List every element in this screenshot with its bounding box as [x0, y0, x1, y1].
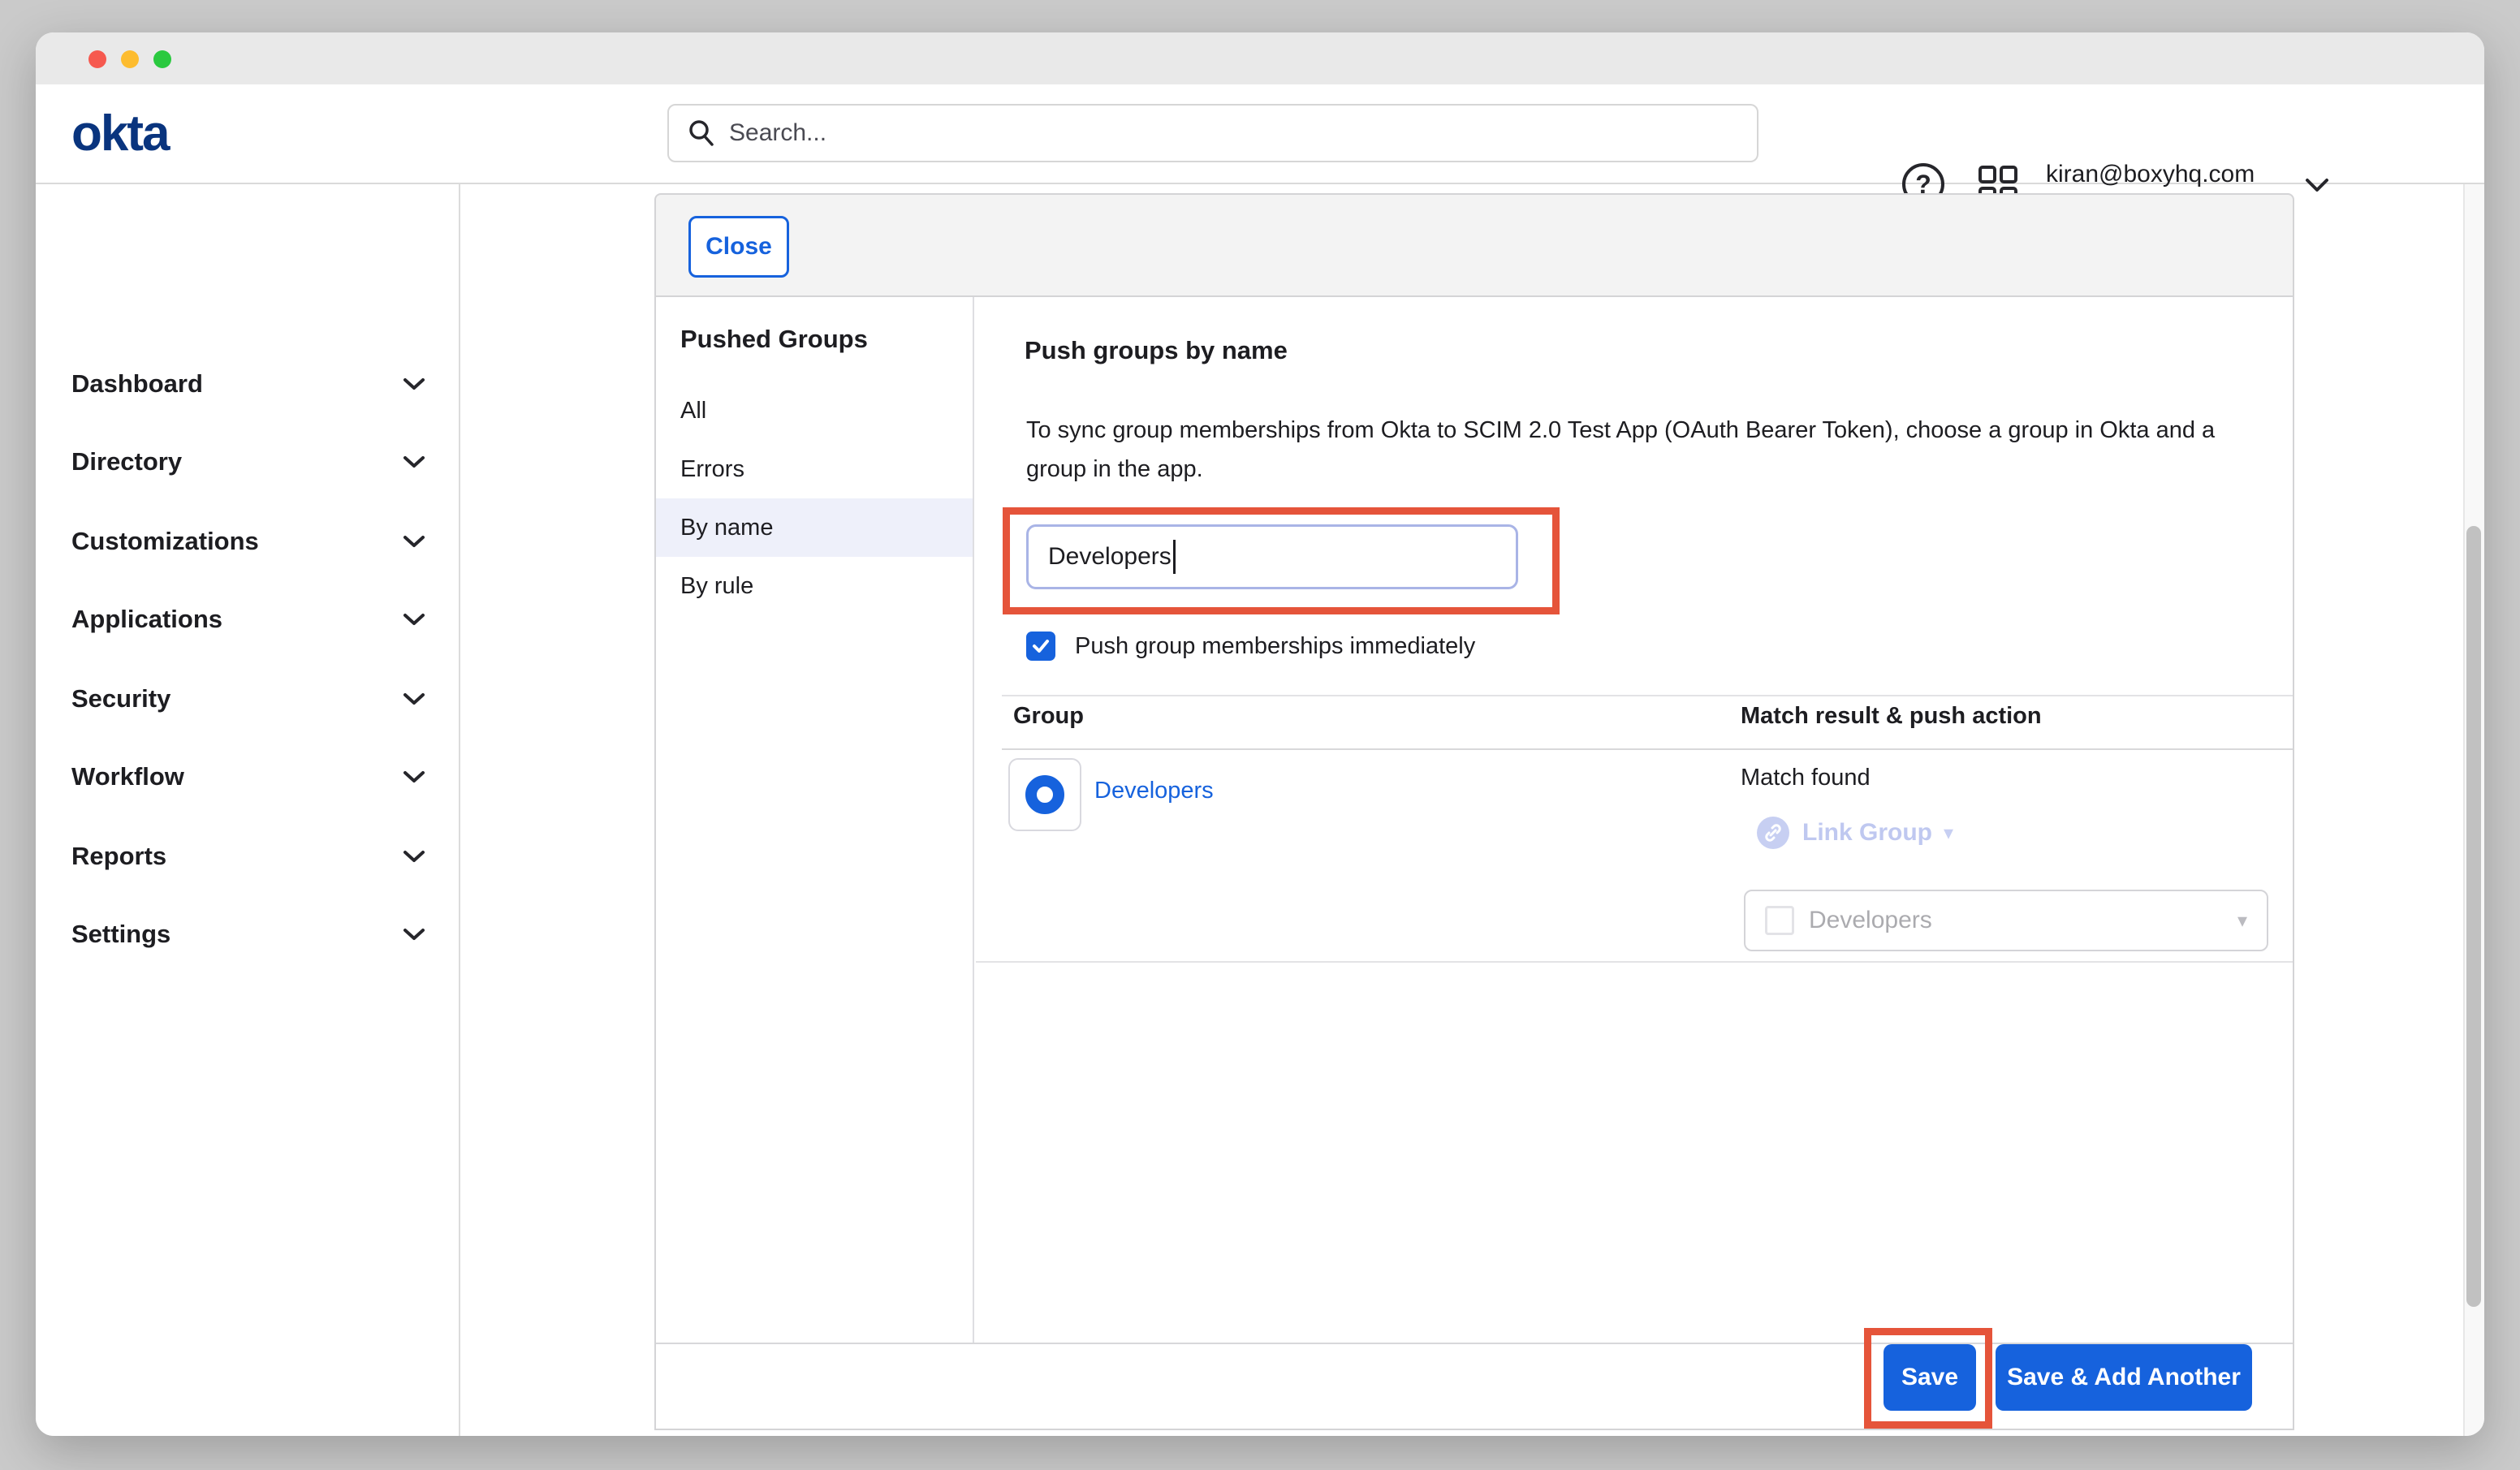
- link-group-label: Link Group: [1802, 819, 1932, 847]
- search-box[interactable]: [667, 104, 1758, 162]
- link-group-button[interactable]: Link Group ▾: [1757, 817, 1953, 849]
- dropdown-arrow-icon: ▾: [1944, 821, 1953, 845]
- scrollbar-thumb[interactable]: [2466, 526, 2481, 1307]
- sidebar-item-reports[interactable]: Reports: [71, 837, 426, 876]
- sidebar-item-directory[interactable]: Directory: [71, 442, 426, 481]
- save-add-another-button[interactable]: Save & Add Another: [1996, 1344, 2252, 1411]
- link-icon: [1757, 817, 1789, 849]
- sidebar-item-label: Customizations: [71, 527, 259, 556]
- dropdown-arrow-icon: ▾: [2237, 909, 2247, 933]
- okta-logo[interactable]: okta: [71, 104, 168, 164]
- table-row-border: [976, 961, 2293, 963]
- group-name-input-value: Developers: [1048, 543, 1172, 571]
- window-titlebar: [36, 32, 2484, 84]
- sidebar-item-label: Security: [71, 684, 170, 713]
- push-immediately-checkbox[interactable]: [1026, 632, 1055, 661]
- sidebar-item-label: Reports: [71, 842, 166, 871]
- column-header-group: Group: [1013, 703, 1084, 730]
- pushed-groups-nav: Pushed Groups All Errors By name By rule: [656, 297, 974, 1343]
- nav-item-errors[interactable]: Errors: [656, 440, 973, 498]
- column-header-match: Match result & push action: [1741, 703, 2042, 730]
- maximize-button[interactable]: [153, 50, 171, 68]
- group-logo-icon: [1025, 775, 1064, 814]
- sidebar-item-workflow[interactable]: Workflow: [71, 757, 426, 796]
- chevron-down-icon: [402, 926, 426, 942]
- chevron-down-icon: [402, 769, 426, 785]
- minimize-button[interactable]: [121, 50, 139, 68]
- nav-item-by-rule[interactable]: By rule: [656, 557, 973, 615]
- dialog-header: Close: [654, 193, 2294, 297]
- close-dialog-button[interactable]: Close: [688, 216, 789, 278]
- app-group-select[interactable]: Developers ▾: [1744, 890, 2268, 951]
- sidebar-item-label: Dashboard: [71, 369, 203, 399]
- table-top-border: [1002, 695, 2293, 696]
- sidebar-item-label: Applications: [71, 605, 222, 634]
- sidebar-item-label: Workflow: [71, 762, 184, 791]
- sidebar-item-dashboard[interactable]: Dashboard: [71, 364, 426, 403]
- save-button[interactable]: Save: [1884, 1344, 1976, 1411]
- chevron-down-icon: [402, 376, 426, 392]
- chevron-down-icon: [402, 848, 426, 864]
- sidebar: Dashboard Directory Customizations Appli…: [36, 184, 460, 1436]
- group-name-input[interactable]: Developers: [1026, 524, 1518, 589]
- search-icon: [687, 119, 716, 148]
- sidebar-item-customizations[interactable]: Customizations: [71, 522, 426, 561]
- okta-group-icon: [1008, 758, 1081, 831]
- account-email: kiran@boxyhq.com: [2046, 159, 2289, 190]
- app-window: okta ? kiran@boxyhq.com okta-dev-20901: [36, 32, 2484, 1436]
- scrollbar-track[interactable]: [2463, 184, 2484, 1436]
- sidebar-item-label: Settings: [71, 920, 170, 949]
- push-groups-dialog: Close Pushed Groups All Errors By name B…: [654, 193, 2294, 1430]
- app-header: okta ? kiran@boxyhq.com okta-dev-20901: [36, 84, 2484, 184]
- dialog-body: Pushed Groups All Errors By name By rule…: [654, 297, 2294, 1430]
- match-result-text: Match found: [1741, 765, 1871, 791]
- pushed-groups-title: Pushed Groups: [680, 325, 868, 354]
- push-immediately-row: Push group memberships immediately: [1026, 632, 1475, 661]
- sidebar-item-applications[interactable]: Applications: [71, 600, 426, 639]
- group-name-link[interactable]: Developers: [1094, 778, 1214, 804]
- chevron-down-icon: [402, 691, 426, 707]
- chevron-down-icon: [402, 533, 426, 550]
- close-button[interactable]: [88, 50, 106, 68]
- page-title: Push groups by name: [1025, 336, 1288, 365]
- chevron-down-icon: [402, 611, 426, 627]
- sidebar-item-settings[interactable]: Settings: [71, 915, 426, 954]
- table-header-border: [1002, 748, 2293, 750]
- chevron-down-icon: [402, 454, 426, 470]
- text-cursor: [1173, 540, 1176, 574]
- select-checkbox-icon: [1765, 906, 1794, 935]
- sidebar-item-security[interactable]: Security: [71, 679, 426, 718]
- screen: okta ? kiran@boxyhq.com okta-dev-20901: [0, 0, 2520, 1470]
- sidebar-item-label: Directory: [71, 447, 182, 476]
- check-icon: [1031, 636, 1051, 656]
- push-immediately-label: Push group memberships immediately: [1075, 633, 1475, 660]
- search-input[interactable]: [729, 119, 1739, 147]
- nav-item-by-name[interactable]: By name: [656, 498, 973, 557]
- description-text: To sync group memberships from Okta to S…: [1026, 411, 2244, 489]
- app-group-select-value: Developers: [1809, 907, 2237, 934]
- nav-item-all[interactable]: All: [656, 382, 973, 440]
- chevron-down-icon[interactable]: [2302, 175, 2332, 195]
